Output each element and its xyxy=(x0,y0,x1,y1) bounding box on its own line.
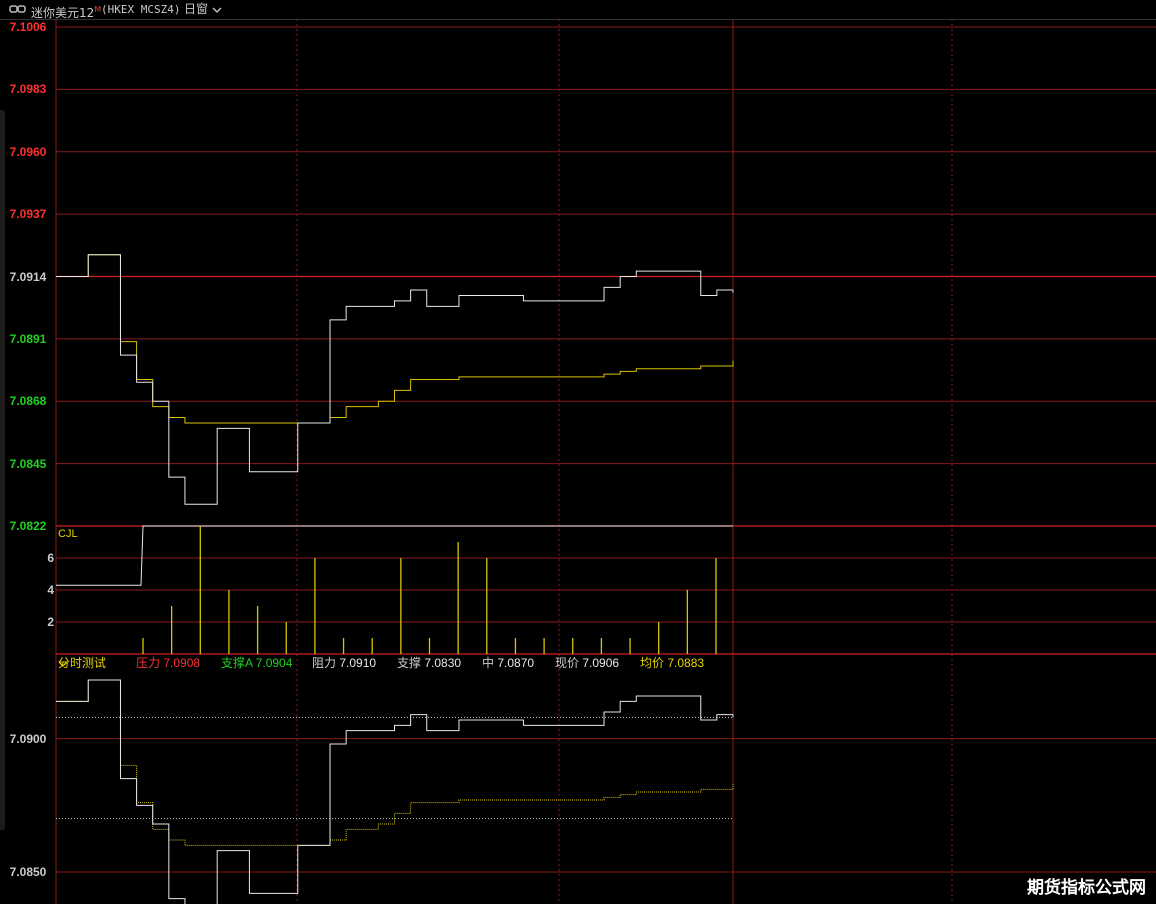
cumulative-volume-line xyxy=(56,525,733,586)
price-line xyxy=(56,254,734,505)
price-tick-label: 7.0891 xyxy=(9,331,47,346)
period-selector[interactable]: 日窗 xyxy=(184,0,222,19)
indicator-tick-label: 7.0850 xyxy=(9,865,47,879)
period-label: 日窗 xyxy=(184,2,209,16)
chevron-down-icon xyxy=(212,7,222,13)
indicator-item-value: 7.0906 xyxy=(582,656,620,670)
chart-header: 迷你美元12M (HKEX MCSZ4) 日窗 xyxy=(0,0,1156,20)
indicator-item-label: 中 xyxy=(482,656,498,670)
volume-tick-label: 2 xyxy=(47,615,54,629)
indicator-item-label: 现价 xyxy=(555,656,583,670)
price-tick-label: 7.0960 xyxy=(9,144,47,159)
watermark-text: 期货指标公式网 xyxy=(1027,878,1146,898)
indicator-avg-line xyxy=(56,679,734,846)
indicator-item-value: 7.0870 xyxy=(497,656,535,670)
indicator-price-line xyxy=(56,679,734,904)
indicator-item-label: 均价 xyxy=(640,656,668,670)
indicator-item-value: 7.0904 xyxy=(255,656,293,670)
indicator-selector[interactable]: 分时测试 xyxy=(58,655,106,671)
indicator-item-value: 7.0908 xyxy=(163,656,201,670)
indicator-item-value: 7.0883 xyxy=(667,656,705,670)
price-tick-label: 7.0845 xyxy=(9,456,47,471)
indicator-name: 分时测试 xyxy=(58,656,107,670)
price-tick-label: 7.0868 xyxy=(9,394,47,409)
indicator-item-value: 7.0910 xyxy=(339,656,377,670)
indicator-value-item: 压力 7.0908 xyxy=(136,655,200,671)
volume-panel-title: CJL xyxy=(58,528,78,540)
indicator-item-label: 压力 xyxy=(136,656,164,670)
price-tick-label: 7.1006 xyxy=(9,20,47,34)
indicator-item-value: 7.0830 xyxy=(424,656,462,670)
indicator-value-item: 现价 7.0906 xyxy=(555,655,619,671)
indicator-value-item: 均价 7.0883 xyxy=(640,655,704,671)
price-tick-label: 7.0937 xyxy=(9,207,47,222)
indicator-value-item: 支撑A 7.0904 xyxy=(221,655,292,671)
volume-tick-label: 4 xyxy=(47,583,54,597)
link-icon[interactable] xyxy=(9,4,26,14)
price-tick-label: 7.0822 xyxy=(9,519,47,533)
price-tick-label: 7.0983 xyxy=(9,82,47,97)
indicator-tick-label: 7.0900 xyxy=(9,731,47,746)
indicator-value-item: 支撑 7.0830 xyxy=(397,655,461,671)
volume-tick-label: 6 xyxy=(47,551,54,565)
intraday-chart xyxy=(55,19,1156,904)
instrument-code: (HKEX MCSZ4) xyxy=(101,3,181,16)
indicator-item-label: 支撑A xyxy=(221,656,256,670)
indicator-item-label: 阻力 xyxy=(312,656,340,670)
indicator-value-item: 中 7.0870 xyxy=(482,655,534,671)
indicator-value-item: 阻力 7.0910 xyxy=(312,655,376,671)
price-tick-label: 7.0914 xyxy=(9,269,47,284)
indicator-item-label: 支撑 xyxy=(397,656,425,670)
